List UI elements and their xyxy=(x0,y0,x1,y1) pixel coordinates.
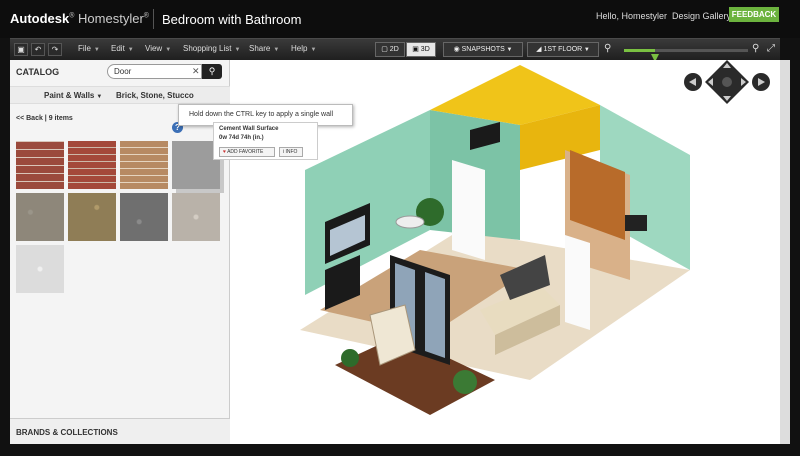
subcategory-label[interactable]: Brick, Stone, Stucco xyxy=(116,91,194,100)
material-tile-stucco[interactable] xyxy=(172,193,220,241)
title-divider xyxy=(153,9,154,29)
menu-shopping-list[interactable]: Shopping List ▼ xyxy=(183,44,240,53)
glass-pane xyxy=(425,272,445,358)
menu-shopping-label: Shopping List xyxy=(183,44,232,53)
info-label: INFO xyxy=(285,149,298,155)
bathroom-door xyxy=(565,235,590,330)
brand-mark-2: ® xyxy=(143,12,149,20)
snapshots-label: SNAPSHOTS xyxy=(461,46,505,53)
category-dropdown[interactable]: Paint & Walls ▼ xyxy=(44,91,102,100)
project-title: Bedroom with Bathroom xyxy=(162,12,302,27)
save-icon[interactable]: ▣ xyxy=(14,43,28,56)
undo-icon[interactable]: ↶ xyxy=(31,43,45,56)
plant-floor xyxy=(453,370,477,394)
menu-edit-label: Edit xyxy=(111,44,125,53)
chevron-down-icon: ▼ xyxy=(582,47,590,53)
bottom-bar xyxy=(0,444,800,456)
material-tile-stone-gray[interactable] xyxy=(16,193,64,241)
title-bar: Autodesk® Homestyler® Bedroom with Bathr… xyxy=(0,0,800,38)
view-3d-button[interactable]: ▣ 3D xyxy=(406,42,436,57)
center-dot-icon[interactable] xyxy=(722,77,732,87)
brand-name: Autodesk xyxy=(10,11,70,26)
chevron-down-icon: ▼ xyxy=(96,94,103,100)
info-button[interactable]: i INFO xyxy=(279,147,303,157)
zoom-slider[interactable] xyxy=(624,49,748,62)
material-tile-stone-dark[interactable] xyxy=(120,193,168,241)
menu-view[interactable]: View ▼ xyxy=(145,44,171,53)
material-tile-red-brick[interactable] xyxy=(16,141,64,189)
material-tile-stone-brown[interactable] xyxy=(68,193,116,241)
brands-collections-bar[interactable]: BRANDS & COLLECTIONS xyxy=(10,418,230,444)
menu-edit[interactable]: Edit ▼ xyxy=(111,44,134,53)
add-favorite-button[interactable]: ♥ ADD FAVORITE xyxy=(219,147,275,157)
brands-label: BRANDS & COLLECTIONS xyxy=(16,428,118,437)
fullscreen-icon[interactable]: ⤢ xyxy=(767,43,775,54)
menu-share[interactable]: Share ▼ xyxy=(249,44,279,53)
back-link[interactable]: << Back | 9 items xyxy=(16,115,73,122)
picture-frame xyxy=(625,215,647,231)
plant-small xyxy=(341,349,359,367)
white-door xyxy=(452,160,485,260)
chevron-down-icon: ▼ xyxy=(127,47,134,53)
brand-mark: ® xyxy=(69,12,75,20)
cube-icon: ▣ xyxy=(412,46,421,53)
menu-help-label: Help xyxy=(291,44,308,53)
zoom-in-icon[interactable]: ⚲ xyxy=(752,43,759,54)
catalog-title: CATALOG xyxy=(16,67,60,77)
view-2d-label: 2D xyxy=(389,46,399,53)
menu-file[interactable]: File ▼ xyxy=(78,44,100,53)
page-scrollbar[interactable] xyxy=(780,60,790,444)
floor-label: 1ST FLOOR xyxy=(543,46,583,53)
feedback-button[interactable]: FEEDBACK xyxy=(729,7,779,22)
menu-share-label: Share xyxy=(249,44,271,53)
material-name: Cement Wall Surface xyxy=(219,126,279,132)
snapshots-button[interactable]: ◉ SNAPSHOTS ▼ xyxy=(443,42,523,57)
menu-file-label: File xyxy=(78,44,91,53)
brand-logo[interactable]: Autodesk® Homestyler® xyxy=(10,11,149,26)
chevron-down-icon: ▼ xyxy=(234,47,241,53)
search-input[interactable] xyxy=(107,64,202,79)
chevron-down-icon: ▼ xyxy=(273,47,280,53)
breadcrumb: Paint & Walls ▼ Brick, Stone, Stucco xyxy=(10,86,230,104)
category-label: Paint & Walls xyxy=(44,91,95,100)
camera-icon: ◉ xyxy=(453,46,462,53)
zoom-fill xyxy=(624,49,655,52)
round-table xyxy=(395,215,425,229)
navigation-control[interactable] xyxy=(683,60,771,104)
user-greeting[interactable]: Hello, Homestyler xyxy=(596,11,667,21)
plan-icon: ▢ xyxy=(381,46,390,53)
add-favorite-label: ADD FAVORITE xyxy=(227,149,264,155)
view-2d-button[interactable]: ▢ 2D xyxy=(375,42,405,57)
chevron-down-icon: ▼ xyxy=(310,47,317,53)
brand-product: Homestyler xyxy=(78,11,144,26)
material-tile-brick[interactable] xyxy=(68,141,116,189)
chevron-down-icon: ▼ xyxy=(93,47,100,53)
zoom-out-icon[interactable]: ⚲ xyxy=(604,43,611,54)
menu-view-label: View xyxy=(145,44,163,53)
material-dimensions: 0w 74d 74h (in.) xyxy=(219,135,264,141)
floor-select[interactable]: ◢ 1ST FLOOR ▼ xyxy=(527,42,599,57)
clear-icon[interactable]: ✕ xyxy=(192,66,200,77)
search-icon[interactable]: ⚲ xyxy=(202,64,222,79)
material-tile-white-stucco[interactable] xyxy=(16,245,64,293)
redo-icon[interactable]: ↷ xyxy=(48,43,62,56)
chevron-down-icon: ▼ xyxy=(504,47,513,53)
design-gallery-link[interactable]: Design Gallery xyxy=(672,11,731,21)
chevron-down-icon: ▼ xyxy=(165,47,172,53)
view-3d-label: 3D xyxy=(420,46,430,53)
material-popup: Cement Wall Surface 0w 74d 74h (in.) ♥ A… xyxy=(213,122,318,160)
menu-help[interactable]: Help ▼ xyxy=(291,44,316,53)
material-tile-tan-brick[interactable] xyxy=(120,141,168,189)
menu-bar: ▣ ↶ ↷ File ▼ Edit ▼ View ▼ Shopping List ▼ S… xyxy=(10,38,780,62)
